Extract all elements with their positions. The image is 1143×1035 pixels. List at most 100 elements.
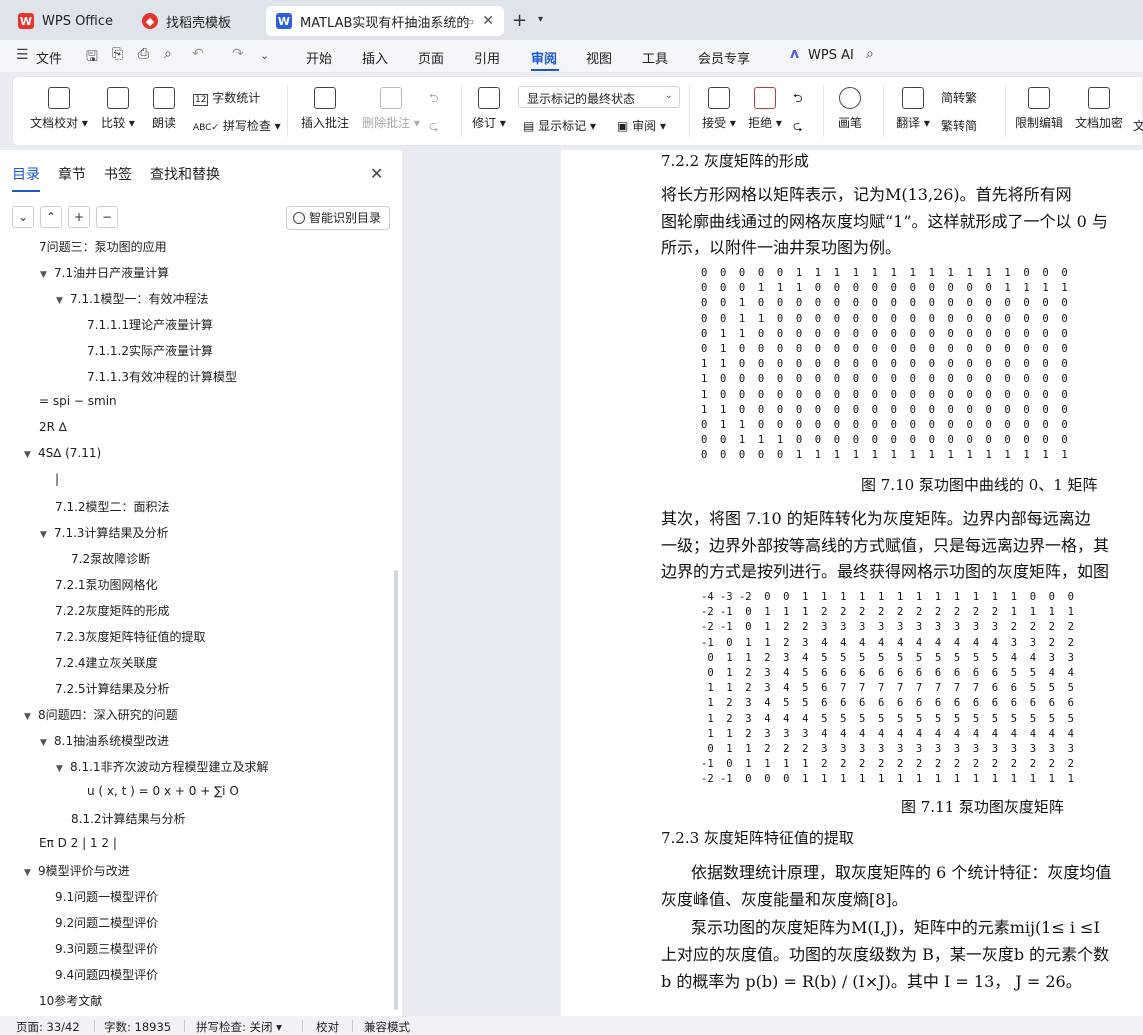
spell-check-status[interactable]: 拼写检查: 关闭 ▾ [196, 1019, 282, 1035]
restrict-edit-button[interactable]: 限制编辑 [1013, 87, 1065, 131]
toc-item[interactable]: ▼ 8问题四：深入研究的问题 [24, 706, 178, 723]
prev-change-icon[interactable]: ⮌ [793, 89, 803, 110]
print-preview-icon[interactable]: ⌕ [164, 46, 172, 62]
toc-item[interactable]: ▼ 9模型评价与改进 [24, 862, 130, 879]
wps-ai-icon[interactable]: ʌ [790, 46, 799, 62]
chevron-down-icon[interactable]: ▾ [538, 14, 543, 25]
close-icon[interactable]: ✕ [370, 164, 383, 183]
menu-references[interactable]: 引用 [474, 48, 500, 67]
tab-chapters[interactable]: 章节 [58, 164, 86, 184]
toc-item[interactable]: 7.2.2灰度矩阵的形成 [55, 602, 170, 619]
tab-document[interactable]: W MATLAB实现有杆抽油系统的 ▭ ✕ [266, 6, 504, 36]
toc-item[interactable]: ▼ 7.1.1模型一：有效冲程法 [56, 290, 209, 307]
expand-toggle-icon[interactable]: ▼ [40, 270, 54, 280]
toc-item[interactable]: 7.2.4建立灰关联度 [55, 654, 158, 671]
toc-item[interactable]: 10参考文献 [39, 992, 102, 1009]
toc-item[interactable]: = spi − smin [39, 394, 117, 408]
expand-toggle-icon[interactable]: ▼ [24, 712, 38, 722]
next-comment-icon[interactable]: ⮎ [429, 117, 439, 138]
tab-templates[interactable]: ◆ 找稻壳模板 [132, 6, 258, 36]
toc-item[interactable]: ▼ 8.1抽油系统模型改进 [40, 732, 169, 749]
word-count-status[interactable]: 字数: 18935 [104, 1019, 171, 1035]
next-change-icon[interactable]: ⮎ [793, 117, 803, 138]
smart-toc-button[interactable]: 智能识别目录 [286, 206, 390, 230]
toc-item[interactable]: 8.1.2计算结果与分析 [71, 810, 186, 827]
spell-check-button[interactable]: ABC✓ 拼写检查 ▾ [193, 117, 281, 134]
doc-proofread-button[interactable]: 文档校对 ▾ [29, 87, 89, 131]
expand-toggle-icon[interactable]: ▼ [24, 868, 38, 878]
menu-wps-ai[interactable]: WPS AI [808, 48, 854, 63]
review-pane-button[interactable]: ▣ 审阅 ▾ [617, 117, 666, 134]
toc-item[interactable]: Eπ D 2 | 1 2 | [39, 836, 117, 850]
markup-state-select[interactable]: 显示标记的最终状态 ⌄ [518, 86, 680, 108]
expand-toggle-icon[interactable]: ▼ [56, 296, 70, 306]
share-icon[interactable]: ⎘ [112, 46, 123, 62]
insert-comment-button[interactable]: 插入批注 [299, 87, 351, 131]
menu-tools[interactable]: 工具 [642, 48, 668, 67]
reject-button[interactable]: 拒绝 ▾ [745, 87, 785, 131]
menu-view[interactable]: 视图 [586, 48, 612, 67]
toc-item[interactable]: 7.1.2模型二：面积法 [55, 498, 170, 515]
redo-icon[interactable]: ↷ [232, 46, 244, 62]
menu-file[interactable]: 文件 [36, 48, 62, 67]
translate-button[interactable]: 翻译 ▾ [893, 87, 933, 131]
print-icon[interactable]: ⎙ [138, 46, 149, 62]
toc-item[interactable]: 7问题三：泵功图的应用 [39, 240, 167, 255]
toc-item[interactable]: 7.1.1.3有效冲程的计算模型 [87, 368, 237, 385]
close-tab-icon[interactable]: ✕ [482, 13, 494, 29]
expand-toggle-icon[interactable]: ▼ [40, 530, 54, 540]
new-tab-icon[interactable]: + [512, 10, 527, 31]
menu-review[interactable]: 审阅 [531, 48, 557, 67]
toc-item[interactable]: ▼ 8.1.1非齐次波动方程模型建立及求解 [56, 758, 269, 775]
toc-item[interactable]: 7.2.1泵功图网格化 [55, 576, 158, 593]
menu-page[interactable]: 页面 [418, 48, 444, 67]
chevron-down-icon[interactable]: ⌄ [260, 49, 269, 62]
proofread-status[interactable]: 校对 [316, 1019, 339, 1035]
page-indicator[interactable]: 页面: 33/42 [16, 1019, 80, 1035]
toc-item[interactable]: 7.2.5计算结果及分析 [55, 680, 170, 697]
chevron-up-icon[interactable]: ⌃ [40, 206, 62, 228]
minus-icon[interactable]: − [96, 206, 118, 228]
toc-item[interactable]: 7.1.1.2实际产液量计算 [87, 342, 213, 359]
toc-item[interactable]: ▼ 4S∆ (7.11) [24, 446, 101, 460]
expand-toggle-icon[interactable]: ▼ [56, 764, 70, 774]
to-traditional-button[interactable]: 简转繁 [941, 89, 977, 106]
track-changes-button[interactable]: 修订 ▾ [471, 87, 507, 131]
tab-wps-office[interactable]: W WPS Office [8, 6, 124, 36]
toc-item[interactable]: 9.3问题三模型评价 [55, 940, 158, 957]
tab-toc[interactable]: 目录 [12, 164, 40, 184]
toc-item[interactable]: ▼ 7.1油井日产液量计算 [40, 264, 169, 281]
pen-button[interactable]: 画笔 [835, 87, 865, 131]
tab-find-replace[interactable]: 查找和替换 [150, 164, 220, 184]
hamburger-icon[interactable]: ☰ [16, 47, 29, 63]
toc-item[interactable]: ▼ 7.1.3计算结果及分析 [40, 524, 169, 541]
toc-item[interactable]: 9.2问题二模型评价 [55, 914, 158, 931]
menu-member[interactable]: 会员专享 [698, 48, 750, 67]
undo-icon[interactable]: ↶ [192, 46, 204, 62]
toc-item[interactable]: 9.1问题一模型评价 [55, 888, 158, 905]
toc-item[interactable]: u ( x, t ) = 0 x + 0 + ∑i O [87, 784, 239, 798]
toc-item[interactable]: 2R ∆ [39, 420, 67, 434]
save-icon[interactable]: 🖫 [86, 46, 98, 70]
toc-scrollbar[interactable] [394, 570, 398, 1010]
word-count-button[interactable]: 12 字数统计 [193, 89, 260, 106]
menu-home[interactable]: 开始 [306, 48, 332, 67]
menu-insert[interactable]: 插入 [362, 48, 388, 67]
toc-item[interactable]: 7.1.1.1理论产液量计算 [87, 316, 213, 333]
chevron-down-icon[interactable]: ⌄ [12, 206, 34, 228]
search-icon[interactable]: ⌕ [866, 46, 874, 62]
doc-encrypt-button[interactable]: 文档加密 [1073, 87, 1125, 131]
read-aloud-button[interactable]: 朗读 [149, 87, 179, 131]
show-markup-button[interactable]: ▤ 显示标记 ▾ [523, 117, 596, 134]
toc-item[interactable]: 9.4问题四模型评价 [55, 966, 158, 983]
plus-icon[interactable]: + [68, 206, 90, 228]
compare-button[interactable]: 比较 ▾ [97, 87, 139, 131]
toc-item[interactable]: 7.2泵故障诊断 [71, 550, 150, 567]
toc-item[interactable]: 7.2.3灰度矩阵特征值的提取 [55, 628, 206, 645]
tab-bookmarks[interactable]: 书签 [104, 164, 132, 184]
expand-toggle-icon[interactable]: ▼ [40, 738, 54, 748]
expand-toggle-icon[interactable]: ▼ [24, 450, 38, 460]
delete-comment-button[interactable]: 删除批注 ▾ [361, 87, 421, 131]
accept-button[interactable]: 接受 ▾ [699, 87, 739, 131]
toc-item[interactable]: | [55, 472, 59, 486]
